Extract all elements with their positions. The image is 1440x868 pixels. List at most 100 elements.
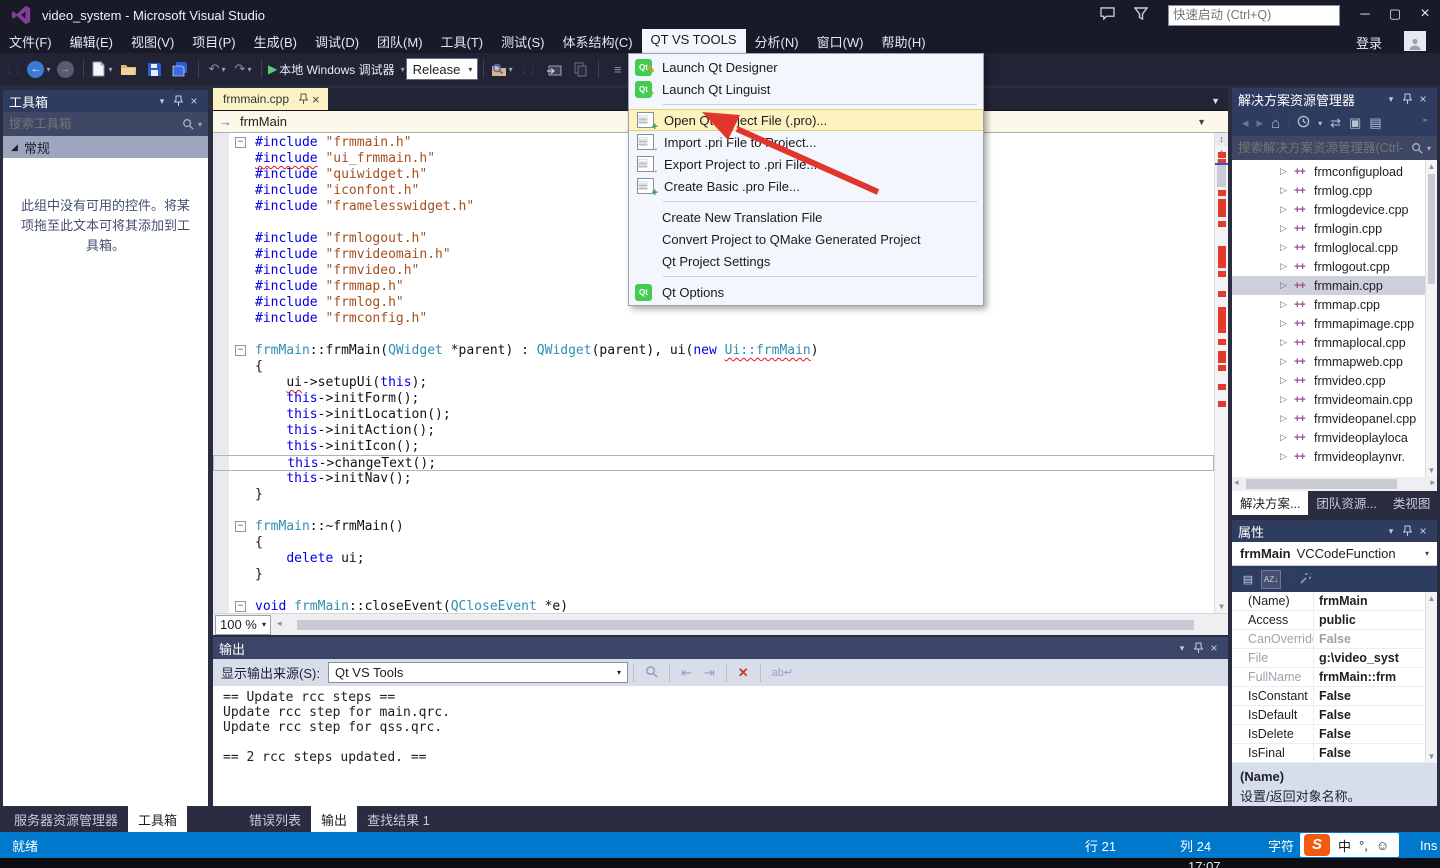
close-icon[interactable]: × [186, 94, 202, 108]
tree-item-frmconfigupload[interactable]: ▷++frmconfigupload [1232, 162, 1425, 181]
ime-toolbar[interactable]: S 中 °, ☺ [1300, 833, 1399, 857]
se-tab[interactable]: 团队资源... [1308, 490, 1384, 515]
find-in-files-button[interactable]: ▾ [490, 57, 514, 81]
property-row-isfinal[interactable]: IsFinalFalse [1232, 744, 1437, 763]
scrollbar-thumb[interactable] [1428, 174, 1435, 284]
tree-item-frmvideo-cpp[interactable]: ▷++frmvideo.cpp [1232, 371, 1425, 390]
expand-arrow-icon[interactable]: ▷ [1280, 261, 1294, 272]
sogou-input-icon[interactable]: S [1304, 834, 1330, 856]
tree-item-frmmapimage-cpp[interactable]: ▷++frmmapimage.cpp [1232, 314, 1425, 333]
expand-arrow-icon[interactable]: ▷ [1280, 375, 1294, 386]
qt-menu-item[interactable]: Convert Project to QMake Generated Proje… [629, 228, 983, 250]
qt-menu-item[interactable]: QtLaunch Qt Designer [629, 56, 983, 78]
tab-frmmain-cpp[interactable]: frmmain.cpp × [213, 88, 328, 110]
fold-marker[interactable]: − [235, 137, 246, 148]
scrollbar-thumb[interactable] [297, 620, 1194, 630]
find-message-icon[interactable] [645, 665, 658, 681]
prev-message-icon[interactable]: ⇤ [681, 665, 692, 681]
property-row-file[interactable]: Fileg:\video_syst [1232, 649, 1437, 668]
close-icon[interactable]: × [1206, 641, 1222, 655]
tree-item-frmvideoplayloca[interactable]: ▷++frmvideoplayloca [1232, 428, 1425, 447]
navigate-back-button[interactable]: ←▾ [27, 57, 51, 81]
qt-menu-item[interactable]: QtQt Options [629, 281, 983, 303]
menu-item[interactable]: 团队(M) [368, 29, 432, 54]
scroll-down-icon[interactable]: ▼ [1215, 602, 1228, 611]
menu-item[interactable]: 项目(P) [183, 29, 244, 54]
chevron-down-icon[interactable]: ▾ [198, 120, 202, 129]
pin-icon[interactable] [1399, 93, 1415, 106]
window-position-icon[interactable]: ▾ [1383, 94, 1399, 105]
property-row-isconstant[interactable]: IsConstantFalse [1232, 687, 1437, 706]
se-tab[interactable]: 类视图 [1385, 490, 1439, 515]
expand-arrow-icon[interactable]: ▷ [1280, 413, 1294, 424]
feedback-icon[interactable] [1090, 7, 1124, 23]
scroll-up-icon[interactable]: ▲ [1426, 594, 1437, 603]
editor-hscrollbar[interactable]: ◂ [275, 618, 1224, 632]
tree-item-frmvideoplaynvr-[interactable]: ▷++frmvideoplaynvr. [1232, 447, 1425, 466]
tree-item-frmvideopanel-cpp[interactable]: ▷++frmvideopanel.cpp [1232, 409, 1425, 428]
expand-arrow-icon[interactable]: ▷ [1280, 242, 1294, 253]
pending-changes-filter-icon[interactable] [1297, 115, 1310, 131]
output-text[interactable]: == Update rcc steps ==Update rcc step fo… [213, 686, 1228, 805]
bottom-tab[interactable]: 输出 [311, 806, 357, 833]
window-position-icon[interactable]: ▾ [154, 96, 170, 107]
tree-item-frmmain-cpp[interactable]: ▷++frmmain.cpp [1232, 276, 1425, 295]
scroll-down-icon[interactable]: ▼ [1426, 752, 1437, 761]
menu-item[interactable]: 视图(V) [122, 29, 183, 54]
refresh-icon[interactable]: ⇄ [1330, 115, 1341, 131]
pin-icon[interactable] [170, 95, 186, 108]
clear-all-icon[interactable]: ✕ [738, 665, 749, 681]
new-file-button[interactable]: ▾ [90, 57, 114, 81]
zoom-select[interactable]: 100 %▾ [215, 615, 271, 635]
menu-item[interactable]: 帮助(H) [873, 29, 935, 54]
menu-item[interactable]: 生成(B) [245, 29, 306, 54]
toolbox-section-general[interactable]: ◢ 常规 [3, 136, 208, 158]
solution-config-combobox[interactable]: Release▾ [406, 58, 478, 80]
breadcrumb-member[interactable]: frmMain [240, 114, 287, 129]
expand-arrow-icon[interactable]: ▷ [1280, 337, 1294, 348]
property-row-fullname[interactable]: FullNamefrmMain::frm [1232, 668, 1437, 687]
editor-vscrollbar[interactable]: ↕ ▲ ▼ [1214, 133, 1228, 613]
qt-menu-item[interactable]: Export Project to .pri File... [629, 153, 983, 175]
window-position-icon[interactable]: ▾ [1174, 643, 1190, 654]
qt-menu-item[interactable]: Import .pri File to Project... [629, 131, 983, 153]
sign-in-link[interactable]: 登录 [1356, 33, 1382, 52]
menu-item[interactable]: 窗口(W) [808, 29, 873, 54]
window-position-icon[interactable]: ▾ [1383, 526, 1399, 537]
file-tree[interactable]: ▷++frmconfigupload▷++frmlog.cpp▷++frmlog… [1232, 160, 1437, 477]
overflow-icon[interactable]: '' [1423, 118, 1427, 129]
breadcrumb-dropdown-icon[interactable]: ▼ [1197, 117, 1222, 127]
open-file-button[interactable] [116, 57, 140, 81]
qt-menu-item[interactable]: QtLaunch Qt Linguist [629, 78, 983, 100]
word-wrap-icon[interactable]: ab↵ [772, 666, 793, 679]
ime-punctuation-toggle[interactable]: °, [1359, 838, 1368, 853]
tree-item-frmlogin-cpp[interactable]: ▷++frmlogin.cpp [1232, 219, 1425, 238]
tab-close-icon[interactable]: × [312, 92, 320, 107]
attach-button[interactable] [542, 57, 566, 81]
expand-arrow-icon[interactable]: ▷ [1280, 280, 1294, 291]
save-button[interactable] [142, 57, 166, 81]
expand-arrow-icon[interactable]: ▷ [1280, 451, 1294, 462]
toolbar-grip[interactable]: ⋮⋮ [519, 64, 537, 75]
menu-item[interactable]: 工具(T) [432, 29, 493, 54]
tree-item-frmlogdevice-cpp[interactable]: ▷++frmlogdevice.cpp [1232, 200, 1425, 219]
expand-arrow-icon[interactable]: ▷ [1280, 356, 1294, 367]
save-all-button[interactable] [168, 57, 192, 81]
forward-icon[interactable]: ▸ [1257, 115, 1264, 131]
menu-item[interactable]: 体系结构(C) [553, 29, 641, 54]
scroll-left-icon[interactable]: ◂ [1234, 477, 1239, 488]
tree-item-frmmapweb-cpp[interactable]: ▷++frmmapweb.cpp [1232, 352, 1425, 371]
fold-marker[interactable]: − [235, 601, 246, 612]
bottom-tab[interactable]: 查找结果 1 [357, 806, 440, 833]
tree-item-frmlog-cpp[interactable]: ▷++frmlog.cpp [1232, 181, 1425, 200]
bottom-tab[interactable]: 工具箱 [128, 806, 187, 833]
ime-language-toggle[interactable]: 中 [1338, 836, 1351, 855]
back-icon[interactable]: ◂ [1242, 115, 1249, 131]
tree-item-frmmaplocal-cpp[interactable]: ▷++frmmaplocal.cpp [1232, 333, 1425, 352]
document-list-dropdown-icon[interactable]: ▼ [1211, 96, 1228, 110]
expand-arrow-icon[interactable]: ▷ [1280, 223, 1294, 234]
start-debug-button[interactable]: ▶本地 Windows 调试器▾ [268, 57, 405, 81]
chevron-down-icon[interactable]: ▾ [1427, 144, 1431, 153]
quick-launch-box[interactable] [1168, 5, 1340, 26]
property-row-isdelete[interactable]: IsDeleteFalse [1232, 725, 1437, 744]
